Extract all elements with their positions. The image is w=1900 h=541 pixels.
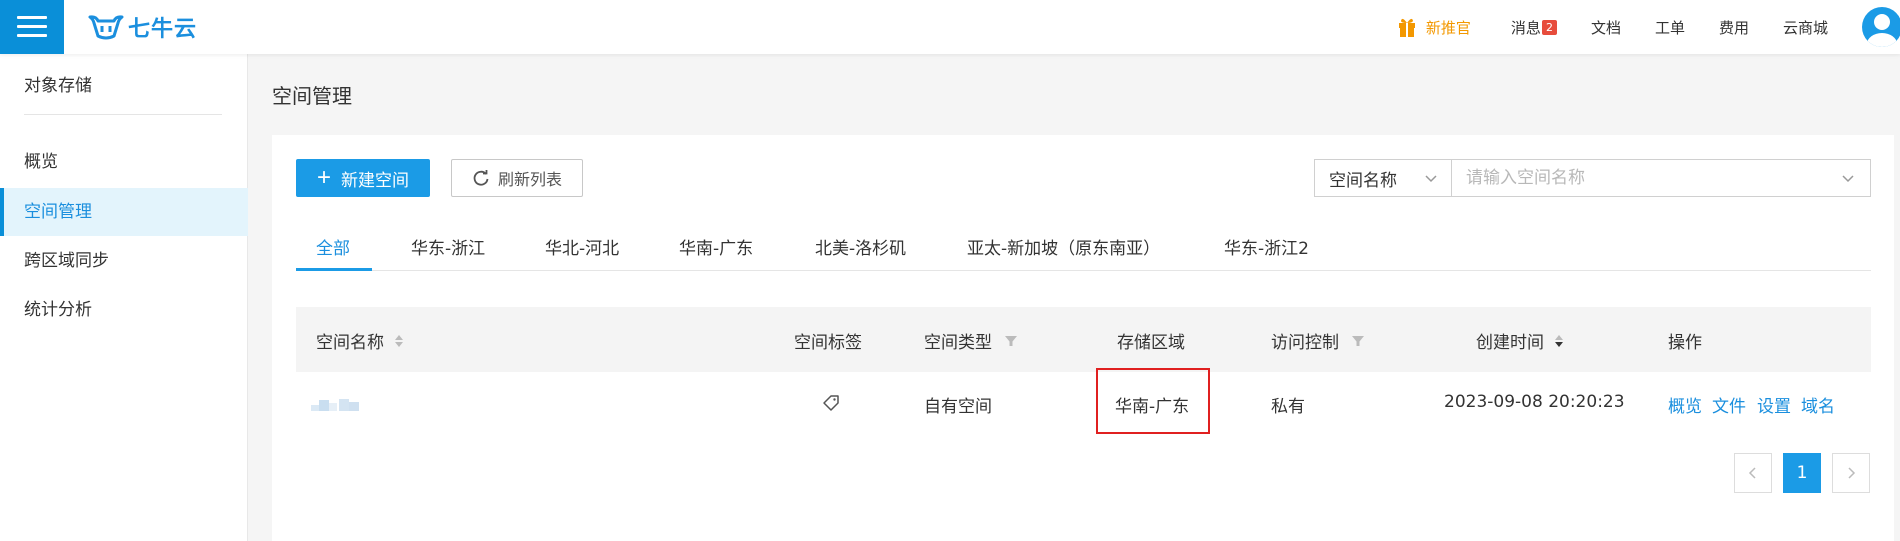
prev-page-button[interactable] xyxy=(1734,453,1772,493)
bucket-name-redacted[interactable] xyxy=(311,397,361,413)
sidebar: 对象存储 概览 空间管理 跨区域同步 统计分析 xyxy=(0,54,248,541)
sort-icon[interactable] xyxy=(394,333,404,349)
nav-marketplace[interactable]: 云商城 xyxy=(1783,17,1828,38)
nav-tickets[interactable]: 工单 xyxy=(1655,17,1685,38)
column-header-bucket-tag: 空间标签 xyxy=(794,333,862,353)
action-overview-link[interactable]: 概览 xyxy=(1668,392,1702,417)
tag-icon[interactable] xyxy=(822,394,840,412)
sidebar-divider xyxy=(24,114,222,115)
region-highlight-box xyxy=(1096,368,1210,434)
bucket-name-search-field[interactable] xyxy=(1466,168,1826,188)
nav-docs[interactable]: 文档 xyxy=(1591,17,1621,38)
refresh-list-button[interactable]: 刷新列表 xyxy=(451,159,583,197)
chevron-right-icon xyxy=(1848,467,1856,479)
table-header: 空间名称 空间标签 空间类型 存储区域 访问控制 创建时间 操作 xyxy=(296,307,1871,372)
top-bar: 七牛云 新推官 消息 2 文档 工单 费用 云商城 xyxy=(0,0,1900,54)
sidebar-title: 对象存储 xyxy=(24,76,92,96)
column-header-access-control[interactable]: 访问控制 xyxy=(1271,328,1365,353)
refresh-icon xyxy=(473,170,489,186)
sidebar-item-cross-region-sync[interactable]: 跨区域同步 xyxy=(0,237,248,285)
tab-north-america-los-angeles[interactable]: 北美-洛杉矶 xyxy=(815,234,906,259)
qiniu-logo[interactable]: 七牛云 xyxy=(88,8,197,46)
message-count-badge: 2 xyxy=(1541,19,1557,35)
next-page-button[interactable] xyxy=(1832,453,1870,493)
tab-all[interactable]: 全部 xyxy=(316,234,350,259)
search-input[interactable] xyxy=(1451,159,1871,197)
new-bucket-label: 新建空间 xyxy=(341,170,409,190)
gift-icon xyxy=(1398,18,1415,37)
column-header-storage-region: 存储区域 xyxy=(1117,333,1185,353)
chevron-down-icon xyxy=(1425,175,1437,183)
table-row xyxy=(296,372,1871,432)
region-tabs: 全部 华东-浙江 华北-河北 华南-广东 北美-洛杉矶 亚太-新加坡（原东南亚）… xyxy=(296,226,1871,271)
nav-promo-label: 新推官 xyxy=(1425,18,1471,37)
logo-text: 七牛云 xyxy=(128,17,198,42)
page-title: 空间管理 xyxy=(272,84,352,108)
filter-icon[interactable] xyxy=(1351,334,1365,348)
column-header-bucket-name[interactable]: 空间名称 xyxy=(316,328,404,353)
search-field-select[interactable]: 空间名称 xyxy=(1314,159,1452,197)
tab-south-china-guangdong[interactable]: 华南-广东 xyxy=(679,234,753,259)
avatar[interactable] xyxy=(1862,7,1900,47)
nav-messages[interactable]: 消息 2 xyxy=(1511,17,1557,38)
tab-north-china-hebei[interactable]: 华北-河北 xyxy=(545,234,619,259)
bucket-type-cell: 自有空间 xyxy=(924,397,992,417)
sidebar-item-bucket-management[interactable]: 空间管理 xyxy=(0,188,248,236)
access-control-cell: 私有 xyxy=(1271,397,1305,417)
sidebar-item-statistics[interactable]: 统计分析 xyxy=(0,286,248,334)
top-nav: 新推官 消息 2 文档 工单 费用 云商城 xyxy=(1398,0,1900,54)
sidebar-item-overview[interactable]: 概览 xyxy=(0,138,248,186)
sort-desc-icon[interactable] xyxy=(1554,333,1564,349)
nav-promo[interactable]: 新推官 xyxy=(1398,16,1471,38)
hamburger-menu-button[interactable] xyxy=(0,0,64,54)
nav-messages-label: 消息 xyxy=(1510,18,1541,37)
refresh-list-label: 刷新列表 xyxy=(497,172,562,189)
column-header-actions: 操作 xyxy=(1668,333,1702,353)
action-settings-link[interactable]: 设置 xyxy=(1757,392,1791,417)
column-header-bucket-type[interactable]: 空间类型 xyxy=(924,328,1018,353)
plus-icon: + xyxy=(316,164,331,191)
tab-east-china-zhejiang-2[interactable]: 华东-浙江2 xyxy=(1224,234,1309,259)
action-files-link[interactable]: 文件 xyxy=(1712,392,1746,417)
tab-east-china-zhejiang[interactable]: 华东-浙江 xyxy=(411,234,485,259)
active-tab-indicator xyxy=(296,268,372,271)
qiniu-logo-icon xyxy=(88,15,124,40)
page-1-button[interactable]: 1 xyxy=(1783,453,1821,493)
new-bucket-button[interactable]: + 新建空间 xyxy=(296,159,430,197)
tab-asia-pacific-singapore[interactable]: 亚太-新加坡（原东南亚） xyxy=(967,234,1160,259)
column-header-created-time[interactable]: 创建时间 xyxy=(1476,328,1564,353)
chevron-left-icon xyxy=(1748,467,1756,479)
chevron-down-icon[interactable] xyxy=(1840,170,1856,186)
created-time-cell: 2023-09-08 20:20:23 xyxy=(1444,392,1625,412)
menu-icon xyxy=(17,16,47,38)
action-domains-link[interactable]: 域名 xyxy=(1801,392,1835,417)
nav-billing[interactable]: 费用 xyxy=(1719,17,1749,38)
filter-icon[interactable] xyxy=(1004,334,1018,348)
search-field-value: 空间名称 xyxy=(1329,170,1397,191)
